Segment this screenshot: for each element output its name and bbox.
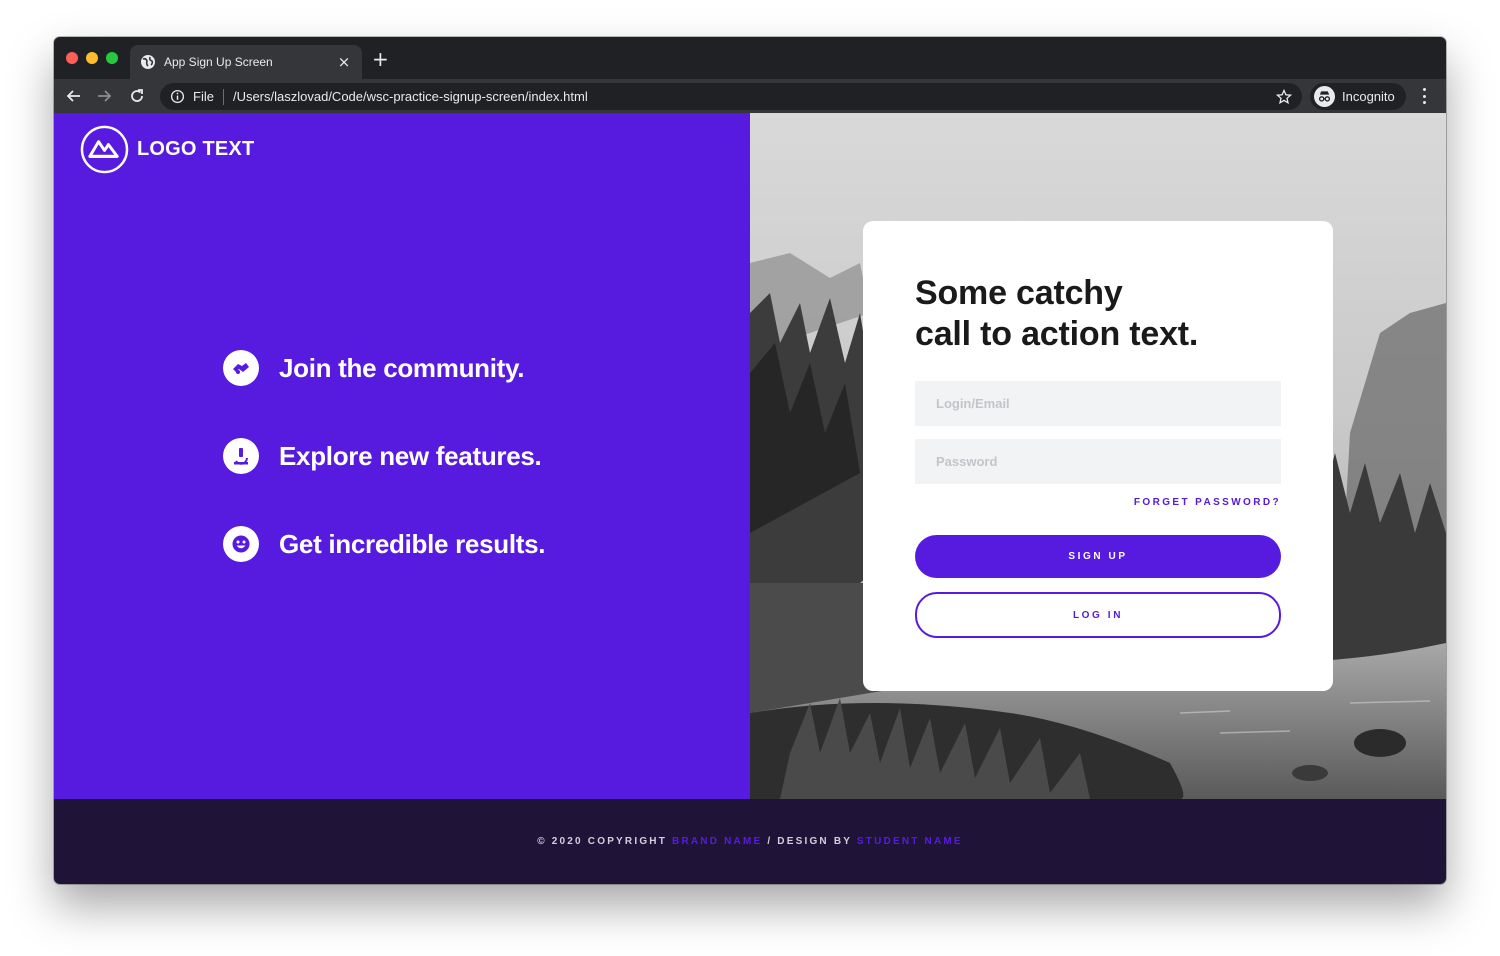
page-footer: © 2020 COPYRIGHT BRAND NAME / DESIGN BY … [54,799,1446,884]
browser-window: App Sign Up Screen × + File /Users/laszl… [54,37,1446,884]
handshake-icon [223,350,259,386]
arrow-right-icon [98,90,112,102]
url-scheme-label: File [193,89,214,104]
minimize-window-button[interactable] [86,52,98,64]
sign-up-button[interactable]: SIGN UP [915,535,1281,578]
browser-tab[interactable]: App Sign Up Screen × [130,45,362,79]
cta-headline: Some catchy call to action text. [915,273,1281,355]
globe-icon [141,55,155,69]
incognito-indicator[interactable]: Incognito [1310,83,1406,110]
omnibox-divider [222,88,224,105]
student-name-link[interactable]: STUDENT NAME [857,836,963,847]
info-icon [170,89,185,104]
maximize-window-button[interactable] [106,52,118,64]
reload-button[interactable] [127,86,147,106]
page-viewport: LOGO TEXT Join the community. Explore ne… [54,113,1446,884]
feature-text: Join the community. [279,352,525,383]
incognito-icon [1314,86,1335,107]
logo[interactable]: LOGO TEXT [80,125,254,174]
background-image-panel: Some catchy call to action text. FORGET … [750,113,1446,799]
feature-item: Get incredible results. [223,524,546,564]
new-tab-button[interactable]: + [372,49,389,69]
arrow-left-icon [66,90,80,102]
signup-card: Some catchy call to action text. FORGET … [863,221,1333,691]
bookmark-star-icon[interactable] [1276,88,1292,105]
brand-name-link[interactable]: BRAND NAME [672,836,762,847]
design-by-text: / DESIGN BY [762,836,857,847]
smiley-icon [223,526,259,562]
url-text[interactable]: /Users/laszlovad/Code/wsc-practice-signu… [233,89,1276,104]
log-in-button[interactable]: LOG IN [915,592,1281,638]
forgot-password-link[interactable]: FORGET PASSWORD? [915,497,1281,508]
hero-panel: LOGO TEXT Join the community. Explore ne… [54,113,750,799]
feature-item: Join the community. [223,348,545,388]
browser-menu-icon[interactable] [1416,87,1432,105]
cta-headline-line: call to action text. [915,315,1199,353]
microscope-icon [223,438,259,474]
back-button[interactable] [64,86,84,106]
reload-icon [131,89,143,102]
logo-text: LOGO TEXT [137,138,255,160]
tab-title: App Sign Up Screen [164,55,273,69]
feature-text: Explore new features. [279,440,542,471]
forward-button[interactable] [94,86,114,106]
footer-text: © 2020 COPYRIGHT BRAND NAME / DESIGN BY … [537,836,963,847]
mountain-logo-icon [80,125,129,174]
browser-titlebar: App Sign Up Screen × + [54,37,1446,79]
close-window-button[interactable] [66,52,78,64]
cta-headline-line: Some catchy [915,274,1123,312]
feature-item: Explore new features. [223,436,545,476]
address-bar[interactable]: File /Users/laszlovad/Code/wsc-practice-… [160,83,1302,110]
feature-text: Get incredible results. [279,528,546,559]
password-input[interactable] [915,439,1281,484]
copyright-text: © 2020 COPYRIGHT [537,836,673,847]
feature-list: Join the community. Explore new features… [223,348,546,612]
login-email-input[interactable] [915,381,1281,426]
browser-toolbar: File /Users/laszlovad/Code/wsc-practice-… [54,79,1446,113]
incognito-label: Incognito [1342,89,1395,104]
tab-close-icon[interactable]: × [336,53,352,71]
